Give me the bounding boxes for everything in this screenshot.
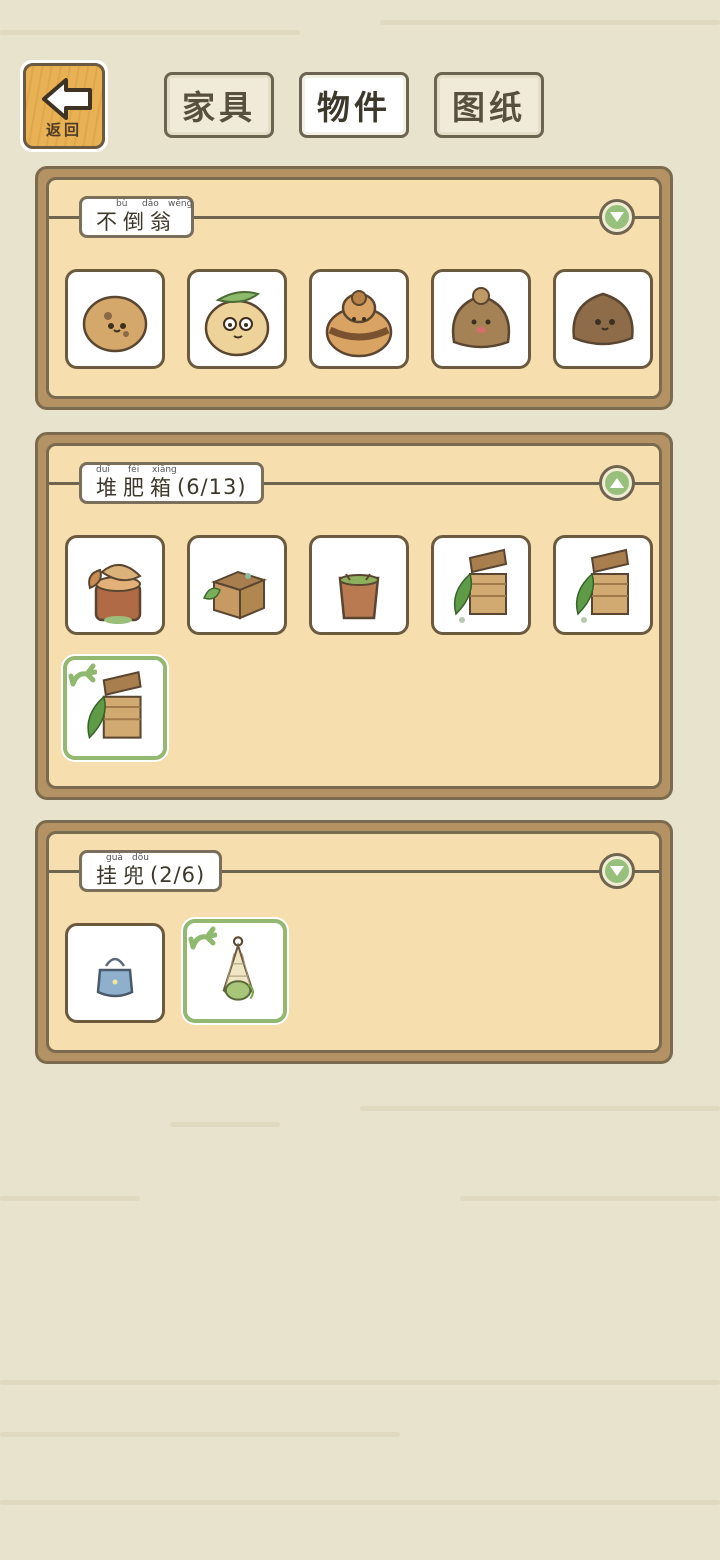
back-button-face: 返回 [23, 63, 105, 149]
compost-stump-icon [88, 564, 142, 624]
tumbler-dark-icon [572, 292, 634, 346]
frog-paw-icon [67, 661, 97, 688]
item-compost-box-selected[interactable] [63, 656, 167, 760]
tumbler-leaf-icon [204, 291, 270, 357]
category-title[interactable]: duī féi xiāng 堆肥箱 (6/13) [79, 462, 264, 504]
category-count: (6/13) [177, 475, 247, 499]
compost-crate-icon [202, 570, 267, 620]
back-label: 返回 [45, 121, 82, 139]
tumbler-striped-icon [325, 290, 393, 358]
compost-box-icon [575, 548, 630, 623]
category-title[interactable]: bù dǎo wēng 不倒翁 [79, 196, 194, 238]
compost-box-icon [453, 548, 508, 623]
item-tumbler-spotted[interactable] [65, 269, 165, 369]
pinyin: duī [96, 465, 110, 475]
tab-blueprints[interactable]: 图纸 [434, 72, 544, 138]
pinyin: bù [116, 199, 128, 209]
pinyin: wēng [168, 199, 193, 209]
compost-bucket-icon [338, 573, 380, 620]
tumbler-knob-icon [451, 287, 511, 349]
item-compost-bucket[interactable] [309, 535, 409, 635]
category-panel-tumbler: bù dǎo wēng 不倒翁 [35, 166, 673, 410]
item-bag-blue[interactable] [65, 923, 165, 1023]
expand-toggle[interactable] [599, 199, 635, 235]
tumbler-icon [82, 295, 148, 353]
item-compost-stump[interactable] [65, 535, 165, 635]
tab-objects[interactable]: 物件 [299, 72, 409, 138]
blue-bag-icon [96, 957, 134, 998]
pinyin: dōu [132, 853, 149, 863]
item-compost-box[interactable] [431, 535, 531, 635]
pinyin: dǎo [142, 199, 159, 209]
back-button[interactable]: 返回 [20, 60, 108, 152]
pinyin: féi [128, 465, 140, 475]
frog-paw-icon [187, 924, 217, 951]
category-name: 不倒翁 [96, 210, 177, 234]
item-compost-box[interactable] [553, 535, 653, 635]
category-count: (2/6) [150, 863, 206, 887]
pinyin: guà [106, 853, 123, 863]
tab-furniture[interactable]: 家具 [164, 72, 274, 138]
chevron-up-icon [610, 478, 624, 488]
item-bag-net-selected[interactable] [183, 919, 287, 1023]
item-compost-crate[interactable] [187, 535, 287, 635]
category-panel-hanging-bag: guà dōu 挂兜 (2/6) [35, 820, 673, 1064]
item-tumbler-dark[interactable] [553, 269, 653, 369]
item-tumbler-knob[interactable] [431, 269, 531, 369]
item-tumbler-leaf[interactable] [187, 269, 287, 369]
collapse-toggle[interactable] [599, 465, 635, 501]
category-name: 堆肥箱 [96, 476, 177, 500]
arrow-left-icon [42, 78, 92, 120]
category-name: 挂兜 [96, 864, 150, 888]
pinyin: xiāng [152, 465, 177, 475]
chevron-down-icon [610, 866, 624, 876]
category-panel-compost: duī féi xiāng 堆肥箱 (6/13) [35, 432, 673, 800]
category-title[interactable]: guà dōu 挂兜 (2/6) [79, 850, 223, 892]
chevron-down-icon [610, 212, 624, 222]
item-tumbler-striped[interactable] [309, 269, 409, 369]
expand-toggle[interactable] [599, 853, 635, 889]
